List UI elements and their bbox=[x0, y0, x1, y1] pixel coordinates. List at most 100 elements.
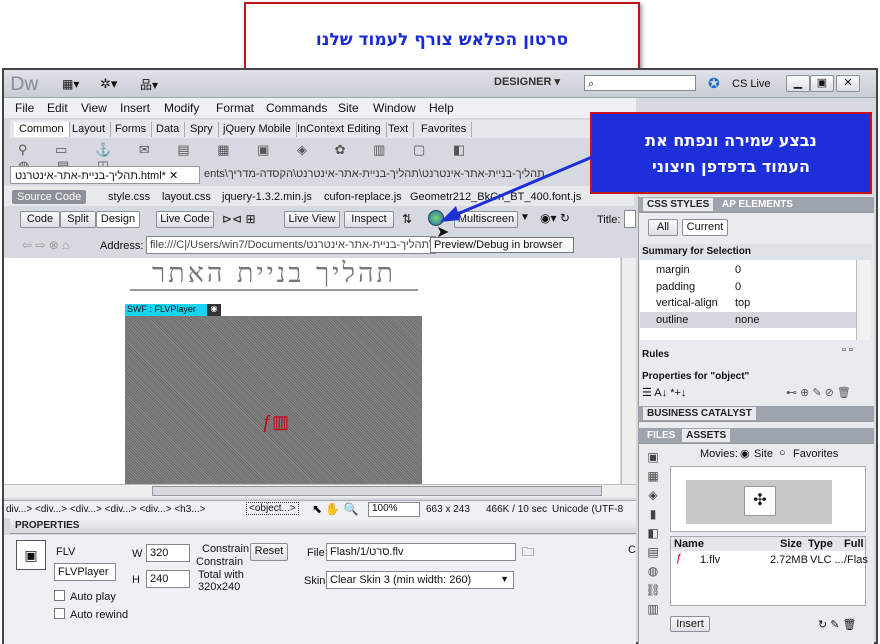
zoom-select[interactable]: 100% bbox=[368, 502, 420, 517]
related-style-css[interactable]: style.css bbox=[108, 191, 150, 203]
properties-header[interactable]: PROPERTIES bbox=[10, 518, 636, 534]
inspect-button[interactable]: Inspect bbox=[344, 211, 394, 228]
css-prop-name[interactable]: margin bbox=[656, 264, 690, 276]
download-size: 466K / 10 sec bbox=[486, 504, 548, 515]
insert-tab-forms[interactable]: Forms bbox=[110, 122, 153, 137]
nav-icons[interactable]: ⇦ ⇨ ⊗ ⌂ bbox=[22, 238, 69, 252]
favorites-radio[interactable]: ○ bbox=[779, 447, 786, 459]
rules-header: Rules bbox=[642, 349, 670, 360]
tab-files[interactable]: FILES bbox=[643, 429, 679, 442]
design-view-button[interactable]: Design bbox=[96, 211, 140, 228]
menu-site[interactable]: Site bbox=[338, 101, 359, 115]
vertical-scrollbar[interactable] bbox=[621, 258, 636, 484]
col-type[interactable]: Type bbox=[808, 538, 833, 550]
asset-action-icons[interactable]: ↻ ✎ 🗑 bbox=[818, 618, 857, 631]
reset-size-button[interactable]: Reset bbox=[250, 543, 288, 561]
folder-icon[interactable]: 🗀 bbox=[522, 543, 534, 564]
col-size[interactable]: Size bbox=[780, 538, 802, 550]
asset-type-icons[interactable]: ▣ ▦ ◈ ▮ ◧ ▤ ◍ ⛓ ▥ bbox=[642, 448, 664, 616]
live-view-button[interactable]: Live View bbox=[284, 211, 340, 228]
css-prop-value[interactable]: 0 bbox=[735, 281, 741, 293]
cslive-icon[interactable]: ✪ bbox=[708, 75, 720, 92]
address-input[interactable]: file:///C|/Users/win7/Documents/תהליך-בנ… bbox=[146, 236, 436, 254]
maximize-button[interactable]: ▣ bbox=[810, 75, 834, 92]
close-tab-icon[interactable]: ✕ bbox=[169, 170, 178, 182]
insert-tab-data[interactable]: Data bbox=[151, 122, 186, 137]
related-source-code[interactable]: Source Code bbox=[12, 190, 87, 204]
insert-tab-layout[interactable]: Layout bbox=[67, 122, 112, 137]
total-size: 320x240 bbox=[198, 581, 241, 593]
site-radio[interactable]: ◉ bbox=[740, 447, 750, 460]
insert-tab-incontext[interactable]: InContext Editing bbox=[292, 122, 387, 137]
menu-help[interactable]: Help bbox=[429, 101, 454, 115]
related-cufon[interactable]: cufon-replace.js bbox=[324, 191, 402, 203]
insert-tab-favorites[interactable]: Favorites bbox=[416, 122, 473, 137]
code-view-button[interactable]: Code bbox=[20, 211, 60, 228]
live-code-button[interactable]: Live Code bbox=[156, 211, 214, 228]
asset-type: VLC ... bbox=[810, 554, 844, 566]
col-full[interactable]: Full bbox=[844, 538, 864, 550]
flash-placeholder[interactable] bbox=[125, 316, 422, 486]
document-tab[interactable]: תהליך-בניית-אתר-אינטרנט.html* ✕ bbox=[10, 166, 200, 184]
workspace-switcher[interactable]: DESIGNER ▾ bbox=[482, 75, 574, 91]
css-scrollbar[interactable] bbox=[856, 260, 870, 340]
scroll-thumb[interactable] bbox=[152, 486, 602, 496]
layout-icon[interactable]: ▦▾ bbox=[62, 77, 79, 91]
split-view-button[interactable]: Split bbox=[60, 211, 96, 228]
skin-select[interactable]: Clear Skin 3 (min width: 260) ▼ bbox=[326, 571, 514, 589]
css-prop-name[interactable]: padding bbox=[656, 281, 695, 293]
css-prop-value[interactable]: 0 bbox=[735, 264, 741, 276]
menu-format[interactable]: Format bbox=[216, 101, 254, 115]
asset-full: /Flas bbox=[844, 554, 868, 566]
name-input[interactable]: FLVPlayer bbox=[54, 563, 116, 581]
menu-file[interactable]: File bbox=[15, 101, 34, 115]
tab-css-styles[interactable]: CSS STYLES bbox=[643, 198, 714, 211]
width-input[interactable]: 320 bbox=[146, 544, 190, 562]
close-button[interactable]: ✕ bbox=[836, 75, 860, 92]
menu-edit[interactable]: Edit bbox=[47, 101, 68, 115]
title-input[interactable] bbox=[624, 210, 636, 228]
insert-tab-jquery-mobile[interactable]: jQuery Mobile bbox=[218, 122, 297, 137]
css-prop-name[interactable]: vertical-align bbox=[656, 297, 718, 309]
insert-button[interactable]: Insert bbox=[670, 616, 710, 632]
inspect-icons[interactable]: ⊳⊲ ⊞ bbox=[222, 212, 256, 226]
css-all-button[interactable]: All bbox=[648, 219, 678, 236]
related-jquery[interactable]: jquery-1.3.2.min.js bbox=[222, 191, 312, 203]
insert-tab-spry[interactable]: Spry bbox=[185, 122, 219, 137]
menu-window[interactable]: Window bbox=[373, 101, 416, 115]
window-size[interactable]: 663 x 243 bbox=[426, 504, 470, 515]
css-prop-value[interactable]: none bbox=[735, 314, 759, 326]
autorewind-checkbox[interactable] bbox=[54, 608, 65, 619]
asset-name[interactable]: 1.flv bbox=[700, 554, 720, 566]
tag-selector[interactable]: div...> <div...> <div...> <div...> <div.… bbox=[6, 504, 205, 515]
css-prop-value[interactable]: top bbox=[735, 297, 750, 309]
related-layout-css[interactable]: layout.css bbox=[162, 191, 211, 203]
css-current-button[interactable]: Current bbox=[682, 219, 728, 236]
select-tool-icon[interactable]: ⬉ ✋ 🔍 bbox=[312, 502, 359, 516]
minimize-button[interactable]: ▁ bbox=[786, 75, 810, 92]
business-catalyst-header[interactable]: BUSINESS CATALYST bbox=[638, 406, 874, 422]
css-action-icons[interactable]: ⊷ ⊕ ✎ ⊘ 🗑 bbox=[786, 386, 851, 399]
insert-tab-text[interactable]: Text bbox=[383, 122, 415, 137]
menu-modify[interactable]: Modify bbox=[164, 101, 199, 115]
file-label: File bbox=[307, 547, 325, 559]
css-prop-name[interactable]: outline bbox=[656, 314, 688, 326]
selected-tag[interactable]: <object...> bbox=[246, 502, 299, 515]
menu-commands[interactable]: Commands bbox=[266, 101, 327, 115]
file-input[interactable]: Flash/1/סרט.flv bbox=[326, 543, 516, 561]
tab-ap-elements[interactable]: AP ELEMENTS bbox=[716, 199, 793, 210]
autoplay-checkbox[interactable] bbox=[54, 590, 65, 601]
col-name[interactable]: Name bbox=[674, 538, 704, 550]
menu-insert[interactable]: Insert bbox=[120, 101, 150, 115]
gear-icon[interactable]: ✲▾ bbox=[100, 76, 117, 92]
tab-assets[interactable]: ASSETS bbox=[682, 429, 731, 442]
insert-tab-common[interactable]: Common bbox=[14, 122, 70, 137]
menu-view[interactable]: View bbox=[81, 101, 107, 115]
cslive-label[interactable]: CS Live bbox=[732, 78, 771, 90]
height-input[interactable]: 240 bbox=[146, 570, 190, 588]
file-management-icon[interactable]: ⇅ bbox=[402, 212, 412, 226]
search-input[interactable]: ⌕ bbox=[584, 75, 696, 91]
css-view-icons[interactable]: ☰ A↓ *+↓ bbox=[642, 386, 686, 399]
rules-icons[interactable]: ▫ ▫ bbox=[842, 344, 853, 356]
site-icon[interactable]: 品▾ bbox=[140, 76, 158, 93]
